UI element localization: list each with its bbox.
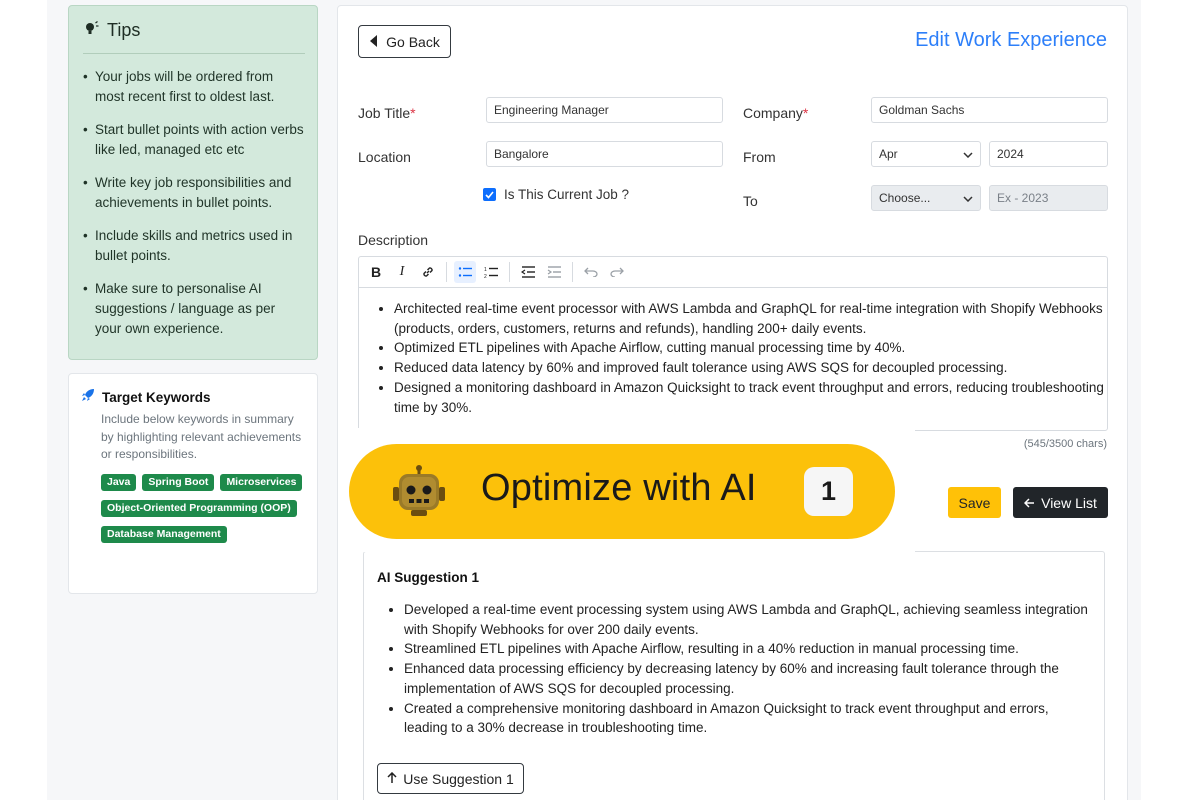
redo-icon[interactable]	[606, 261, 628, 283]
to-year-input[interactable]: Ex - 2023	[989, 185, 1108, 211]
ai-suggestion-title: AI Suggestion 1	[377, 570, 480, 585]
suggestion-bullet: Developed a real-time event processing s…	[404, 600, 1094, 639]
tips-header: Tips	[83, 20, 305, 54]
location-input[interactable]: Bangalore	[486, 141, 723, 167]
keywords-header: Target Keywords	[81, 388, 305, 407]
keyword-tags: Java Spring Boot Microservices Object-Or…	[101, 473, 311, 543]
job-title-input[interactable]: Engineering Manager	[486, 97, 723, 123]
to-month-value: Choose...	[879, 191, 931, 205]
description-bullet: Reduced data latency by 60% and improved…	[394, 358, 1107, 378]
target-keywords-card: Target Keywords Include below keywords i…	[68, 373, 318, 594]
go-back-label: Go Back	[386, 33, 440, 50]
svg-text:2: 2	[484, 274, 487, 279]
keyword-tag: Spring Boot	[142, 473, 215, 491]
from-label: From	[743, 149, 776, 165]
tip-item: Start bullet points with action verbs li…	[83, 120, 305, 160]
keyword-tag: Java	[101, 473, 137, 491]
tip-item: Make sure to personalise AI suggestions …	[83, 279, 305, 339]
suggestion-bullet: Created a comprehensive monitoring dashb…	[404, 699, 1094, 738]
description-bullet: Optimized ETL pipelines with Apache Airf…	[394, 338, 1107, 358]
ai-count-badge: 1	[804, 467, 853, 516]
current-job-checkbox[interactable]: Is This Current Job ?	[483, 187, 629, 202]
tips-list: Your jobs will be ordered from most rece…	[83, 67, 305, 339]
undo-icon[interactable]	[580, 261, 602, 283]
indent-icon[interactable]	[543, 261, 565, 283]
lightbulb-icon	[83, 20, 99, 41]
tip-item: Write key job responsibilities and achie…	[83, 173, 305, 213]
bold-icon[interactable]: B	[365, 261, 387, 283]
italic-icon[interactable]: I	[391, 261, 413, 283]
optimize-with-ai-button[interactable]: Optimize with AI 1	[349, 444, 895, 539]
use-suggestion-button[interactable]: Use Suggestion 1	[377, 763, 524, 794]
checkbox-checked-icon	[483, 188, 496, 201]
tip-item: Your jobs will be ordered from most rece…	[83, 67, 305, 107]
save-button[interactable]: Save	[948, 487, 1001, 518]
keyword-tag: Microservices	[220, 473, 303, 491]
rocket-icon	[81, 388, 95, 407]
tips-title: Tips	[107, 20, 141, 40]
toolbar-divider	[509, 262, 510, 282]
keywords-title: Target Keywords	[102, 390, 211, 405]
suggestion-bullet: Enhanced data processing efficiency by d…	[404, 659, 1094, 698]
to-label: To	[743, 193, 758, 209]
suggestion-bullet: Streamlined ETL pipelines with Apache Ai…	[404, 639, 1094, 659]
use-suggestion-label: Use Suggestion 1	[403, 770, 514, 787]
chevron-down-icon	[963, 147, 973, 161]
toolbar-divider	[572, 262, 573, 282]
arrow-left-icon	[1024, 495, 1035, 511]
toolbar-divider	[446, 262, 447, 282]
description-editor[interactable]: B I 12 • Architected real-time event pro…	[358, 256, 1108, 431]
char-count: (545/3500 chars)	[1023, 438, 1107, 450]
company-input[interactable]: Goldman Sachs	[871, 97, 1108, 123]
link-icon[interactable]	[417, 261, 439, 283]
robot-icon	[389, 465, 449, 524]
editor-toolbar: B I 12	[359, 257, 1107, 288]
to-month-select[interactable]: Choose...	[871, 185, 981, 211]
arrow-up-icon	[387, 771, 397, 787]
from-month-select[interactable]: Apr	[871, 141, 981, 167]
optimize-with-ai-label: Optimize with AI	[481, 467, 757, 509]
description-bullet: Designed a monitoring dashboard in Amazo…	[394, 378, 1107, 417]
chevron-down-icon	[963, 191, 973, 205]
bullet-list-icon[interactable]	[454, 261, 476, 283]
work-experience-form: Go Back Edit Work Experience Job Title* …	[337, 5, 1128, 800]
from-month-value: Apr	[879, 147, 898, 161]
description-bullets: Architected real-time event processor wi…	[394, 299, 1107, 417]
view-list-label: View List	[1041, 494, 1097, 511]
from-year-input[interactable]: 2024	[989, 141, 1108, 167]
tip-item: Include skills and metrics used in bulle…	[83, 226, 305, 266]
job-title-label: Job Title*	[358, 105, 416, 121]
page-title: Edit Work Experience	[915, 29, 1107, 51]
location-label: Location	[358, 149, 411, 165]
current-job-label: Is This Current Job ?	[504, 187, 630, 202]
description-bullet: Architected real-time event processor wi…	[394, 299, 1107, 338]
description-label: Description	[358, 232, 429, 248]
numbered-list-icon[interactable]: 12	[480, 261, 502, 283]
tips-card: Tips Your jobs will be ordered from most…	[68, 5, 318, 360]
keyword-tag: Object-Oriented Programming (OOP)	[101, 499, 297, 517]
suggestion-bullets: Developed a real-time event processing s…	[404, 600, 1094, 738]
caret-left-icon	[369, 34, 378, 50]
ai-suggestion-card: AI Suggestion 1 Developed a real-time ev…	[363, 551, 1105, 800]
view-list-button[interactable]: View List	[1013, 487, 1108, 518]
outdent-icon[interactable]	[517, 261, 539, 283]
keyword-tag: Database Management	[101, 525, 227, 543]
company-label: Company*	[743, 105, 809, 121]
go-back-button[interactable]: Go Back	[358, 25, 451, 58]
keywords-description: Include below keywords in summary by hig…	[101, 412, 302, 461]
svg-text:1: 1	[484, 267, 487, 273]
